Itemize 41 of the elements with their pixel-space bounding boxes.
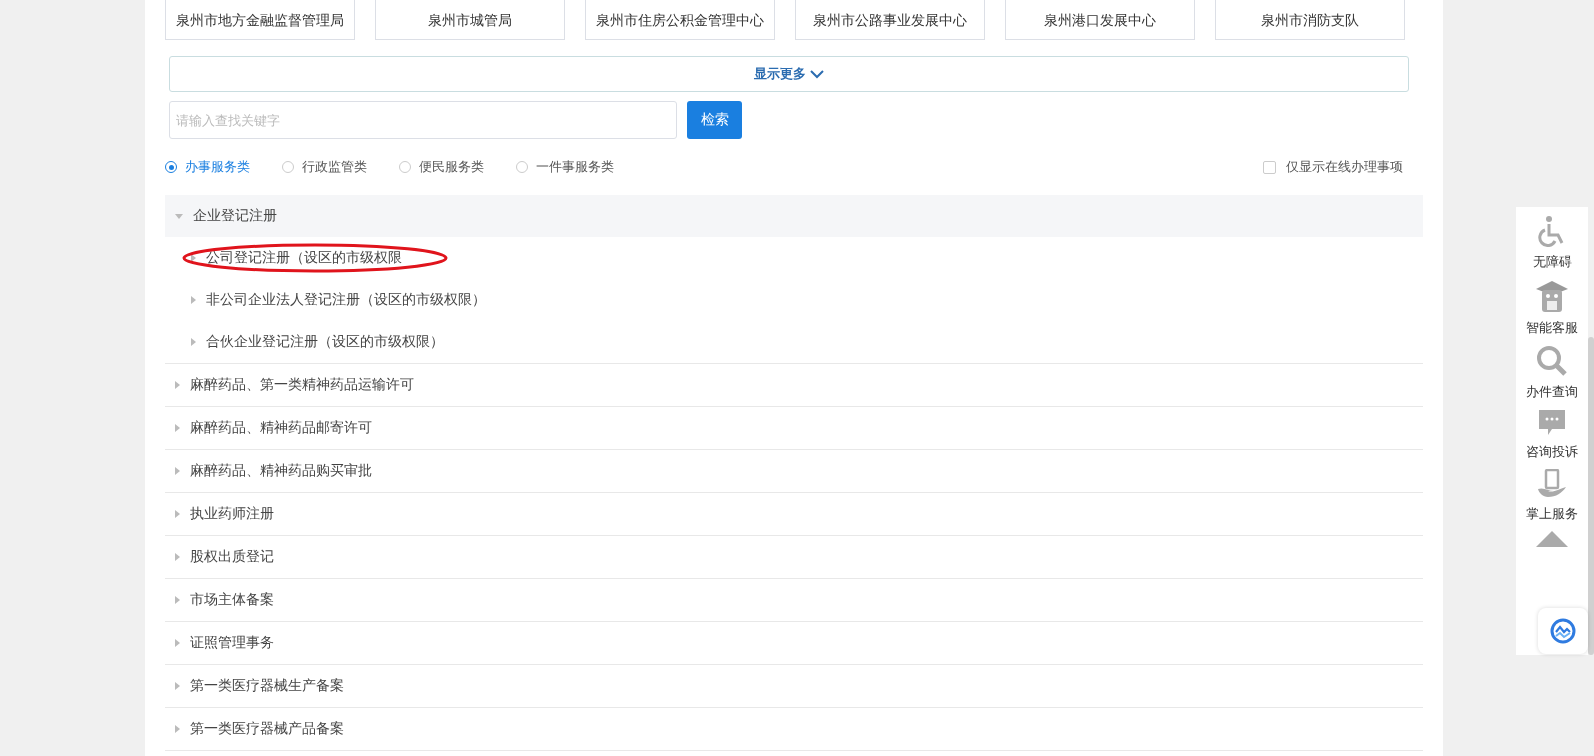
department-link[interactable]: 泉州港口发展中心	[1005, 0, 1195, 40]
category-radio[interactable]: 行政监管类	[282, 158, 367, 176]
assistant-widget-button[interactable]	[1538, 608, 1588, 654]
tree-item[interactable]: 第一类医疗器械产品备案	[165, 708, 1423, 751]
tree-item[interactable]: 麻醉药品、第一类精神药品运输许可	[165, 364, 1423, 407]
tree-item[interactable]: 合伙企业登记注册（设区的市级权限）	[165, 321, 1423, 364]
department-link[interactable]: 泉州市城管局	[375, 0, 565, 40]
tree-item[interactable]: 证照管理事务	[165, 622, 1423, 665]
tree-item[interactable]: 执业药师注册	[165, 493, 1423, 536]
show-more-button[interactable]: 显示更多	[169, 56, 1409, 92]
chat-bubble-icon	[1538, 409, 1566, 437]
search-button[interactable]: 检索	[687, 101, 742, 139]
online-only-checkbox[interactable]: 仅显示在线办理事项	[1263, 158, 1403, 176]
side-tool-button[interactable]: 办件查询	[1526, 345, 1578, 401]
search-field[interactable]: 请输入查找关键字	[169, 101, 677, 139]
tree-item[interactable]: 股权出质登记	[165, 536, 1423, 579]
side-tool-button[interactable]: 无障碍	[1532, 215, 1572, 271]
side-tool-button[interactable]: 咨询投诉	[1526, 409, 1578, 461]
back-to-top-icon	[1536, 531, 1568, 547]
phone-in-hand-icon	[1537, 469, 1567, 499]
side-tool-button[interactable]: 智能客服	[1526, 279, 1578, 337]
chevron-down-icon	[810, 69, 824, 79]
department-link[interactable]: 泉州市消防支队	[1215, 0, 1405, 40]
side-tool-button[interactable]: 掌上服务	[1526, 469, 1578, 523]
tree-item[interactable]: 第一类医疗器械生产备案	[165, 665, 1423, 708]
robot-icon	[1534, 279, 1570, 313]
tree-item[interactable]: 市场主体备案	[165, 579, 1423, 622]
department-link[interactable]: 泉州市公路事业发展中心	[795, 0, 985, 40]
tree-item[interactable]: 麻醉药品、精神药品邮寄许可	[165, 407, 1423, 450]
tree-item[interactable]: 企业登记注册	[165, 195, 1423, 237]
assistant-logo-icon	[1550, 618, 1576, 644]
search-icon	[1536, 345, 1568, 377]
department-link[interactable]: 泉州市住房公积金管理中心	[585, 0, 775, 40]
tree-item[interactable]: 公司登记注册（设区的市级权限	[165, 237, 1423, 279]
category-radio[interactable]: 办事服务类	[165, 158, 250, 176]
tree-item[interactable]: 麻醉药品、精神药品购买审批	[165, 450, 1423, 493]
tree-item[interactable]: 非公司企业法人登记注册（设区的市级权限）	[165, 279, 1423, 321]
category-radio[interactable]: 一件事服务类	[516, 158, 614, 176]
department-link[interactable]: 泉州市地方金融监督管理局	[165, 0, 355, 40]
category-radio[interactable]: 便民服务类	[399, 158, 484, 176]
side-tool-button[interactable]	[1536, 531, 1568, 547]
